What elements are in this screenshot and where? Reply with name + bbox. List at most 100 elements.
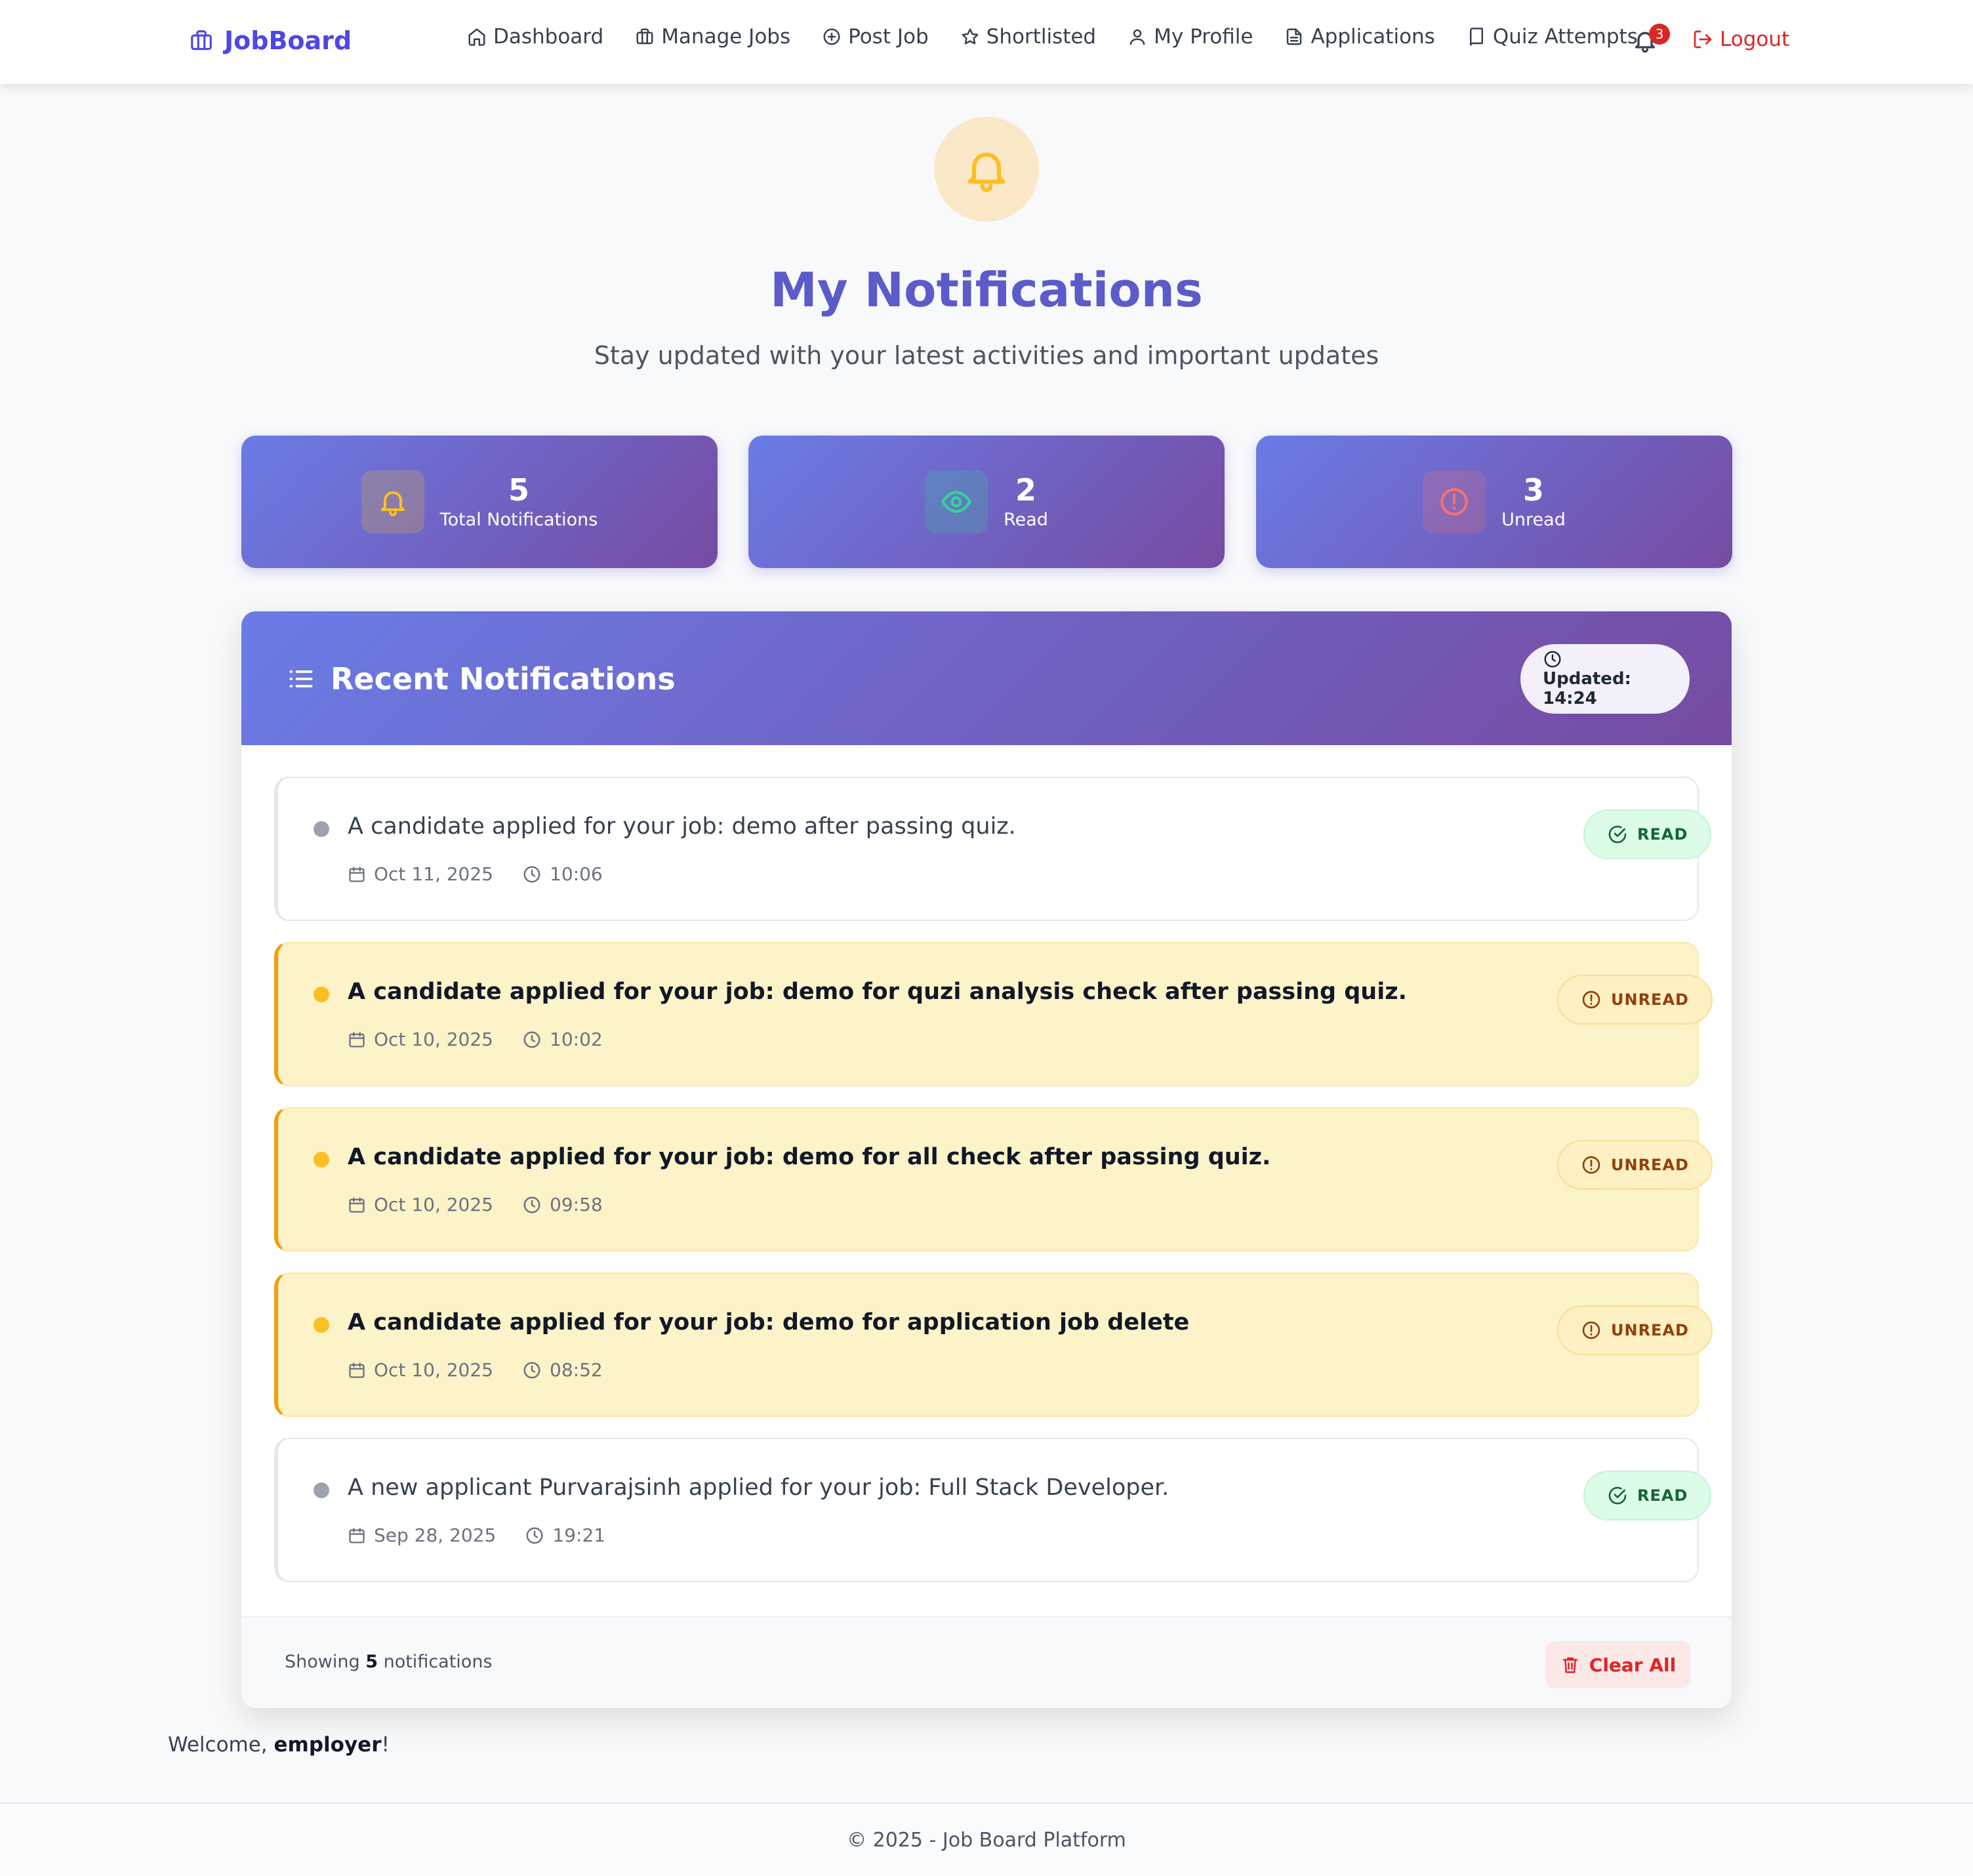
nav-item-quiz-attempts[interactable]: Quiz Attempts [1467,25,1638,49]
brand-name: JobBoard [224,26,352,55]
clock-icon [522,865,542,884]
notification-time: 19:21 [552,1524,606,1546]
status-dot [314,821,329,837]
footer-text: © 2025 - Job Board Platform [847,1828,1126,1852]
notification-item[interactable]: A candidate applied for your job: demo f… [274,1273,1713,1417]
calendar-icon [348,865,366,884]
stat-label: Total Notifications [439,510,598,530]
nav-label: Quiz Attempts [1492,25,1638,49]
welcome-message: Welcome, employer! [168,1733,390,1757]
status-badge: READ [1583,1471,1712,1520]
briefcase-icon [189,28,214,53]
clear-all-button[interactable]: Clear All [1545,1641,1691,1688]
star-icon [960,27,980,47]
page-title: My Notifications [770,262,1203,317]
nav-item-manage-jobs[interactable]: Manage Jobs [635,25,790,49]
notifications-panel: Recent Notifications Updated: 14:24 A ca… [241,611,1732,1708]
alert-circle-icon [1581,1320,1602,1341]
stat-label: Unread [1501,510,1566,530]
eye-icon [925,470,988,533]
status-badge: UNREAD [1557,1305,1713,1355]
trash-icon [1560,1655,1580,1675]
brand-link[interactable]: JobBoard [189,26,352,55]
status-label: UNREAD [1611,990,1689,1009]
status-dot [314,987,329,1002]
bell-icon [962,144,1011,194]
book-icon [1467,27,1486,47]
showing-count-text: Showing 5 notifications [285,1652,493,1672]
plus-circle-icon [822,27,842,47]
notification-date: Oct 11, 2025 [374,863,493,885]
stat-label: Read [1004,510,1048,530]
stat-value: 2 [1015,472,1036,508]
alert-circle-icon [1581,989,1602,1010]
briefcase-icon [635,27,655,47]
navbar: JobBoard Dashboard Manage Jobs Post Job … [0,0,1973,84]
page-footer: © 2025 - Job Board Platform [0,1803,1973,1876]
notification-date: Oct 10, 2025 [374,1029,493,1050]
clock-icon [525,1526,544,1545]
status-badge: READ [1583,809,1712,859]
logout-button[interactable]: Logout [1692,28,1789,51]
notification-time: 09:58 [550,1194,603,1215]
notification-meta: Oct 10, 2025 09:58 [348,1194,603,1215]
nav-links: Dashboard Manage Jobs Post Job Shortlist… [467,25,1669,49]
notification-meta: Oct 10, 2025 10:02 [348,1029,603,1050]
stat-card-read: 2 Read [748,436,1225,568]
showing-suffix: notifications [383,1652,493,1672]
alert-circle-icon [1423,470,1486,533]
user-icon [1128,27,1147,47]
status-label: UNREAD [1611,1156,1689,1174]
panel-title: Recent Notifications [331,661,676,697]
clear-all-label: Clear All [1589,1654,1677,1676]
status-label: UNREAD [1611,1321,1689,1339]
stat-value: 5 [508,472,529,508]
alert-circle-icon [1581,1154,1602,1175]
nav-item-shortlisted[interactable]: Shortlisted [960,25,1096,49]
page-subtitle: Stay updated with your latest activities… [594,341,1379,370]
notification-count-badge: 3 [1649,24,1670,45]
status-dot [314,1317,329,1333]
showing-prefix: Showing [285,1652,360,1672]
nav-label: Shortlisted [986,25,1097,49]
status-dot [314,1152,329,1168]
notification-meta: Oct 10, 2025 08:52 [348,1359,603,1381]
notification-message: A candidate applied for your job: demo f… [348,1144,1271,1170]
updated-label: Updated: 14:24 [1543,669,1631,708]
nav-item-post-job[interactable]: Post Job [822,25,929,49]
check-circle-icon [1607,1485,1628,1506]
welcome-suffix: ! [381,1733,390,1757]
notification-meta: Oct 11, 2025 10:06 [348,863,603,885]
notification-item[interactable]: A candidate applied for your job: demo f… [274,1107,1713,1252]
status-badge: UNREAD [1557,1140,1713,1190]
check-circle-icon [1607,824,1628,845]
list-icon [286,664,315,693]
status-dot [314,1482,329,1498]
notification-item[interactable]: A new applicant Purvarajsinh applied for… [274,1438,1712,1582]
welcome-user: employer [274,1733,382,1757]
notification-item[interactable]: A candidate applied for your job: demo f… [274,942,1713,1086]
stat-card-total: 5 Total Notifications [241,436,718,568]
panel-footer: Showing 5 notifications Clear All [241,1616,1732,1708]
nav-item-dashboard[interactable]: Dashboard [467,25,603,49]
notification-message: A new applicant Purvarajsinh applied for… [348,1475,1170,1501]
welcome-prefix: Welcome, [168,1733,268,1757]
notification-item[interactable]: A candidate applied for your job: demo a… [274,777,1712,921]
calendar-icon [348,1196,366,1214]
showing-count: 5 [365,1652,378,1672]
stat-card-unread: 3 Unread [1256,436,1732,568]
notification-date: Sep 28, 2025 [374,1524,497,1546]
notification-message: A candidate applied for your job: demo f… [348,979,1407,1005]
notification-bell-button[interactable]: 3 [1632,24,1670,55]
nav-item-my-profile[interactable]: My Profile [1128,25,1253,49]
status-badge: UNREAD [1557,975,1713,1025]
status-label: READ [1637,825,1688,844]
notification-time: 10:02 [550,1029,603,1050]
nav-item-applications[interactable]: Applications [1284,25,1435,49]
calendar-icon [348,1526,366,1545]
notification-message: A candidate applied for your job: demo a… [348,813,1016,840]
nav-label: My Profile [1154,25,1253,49]
nav-label: Post Job [848,25,929,49]
notification-time: 08:52 [550,1359,603,1381]
calendar-icon [348,1361,366,1379]
